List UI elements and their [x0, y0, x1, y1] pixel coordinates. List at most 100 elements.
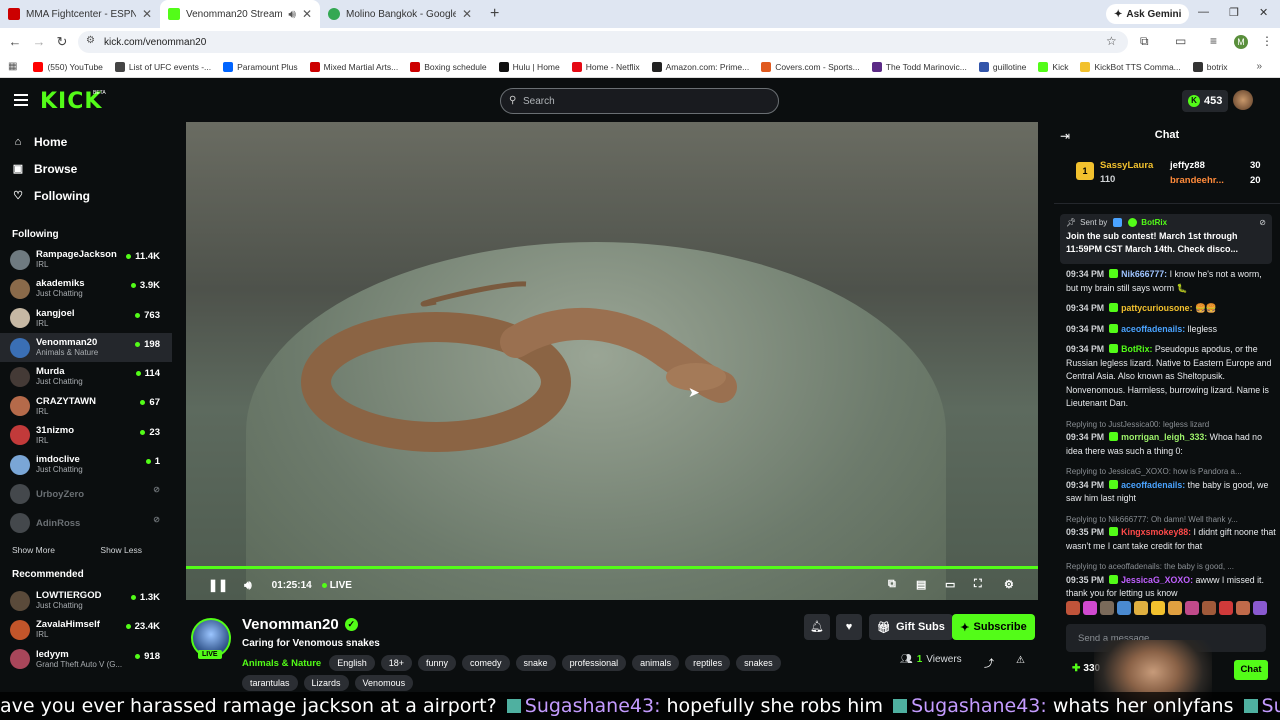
share-icon[interactable]: ⤴: [984, 655, 994, 670]
profile-avatar[interactable]: M: [1234, 35, 1248, 49]
notification-bell-button[interactable]: 🔔︎: [804, 614, 830, 640]
media-icon[interactable]: ≡: [1210, 34, 1217, 48]
reply-context[interactable]: Replying to JustJessica00: legless lizar…: [1066, 418, 1276, 432]
emote-icon[interactable]: [1236, 601, 1250, 615]
bookmark-item[interactable]: The Todd Marinovic...: [866, 61, 973, 72]
cast-icon[interactable]: ▭: [1175, 34, 1186, 48]
emote-icon[interactable]: [1134, 601, 1148, 615]
bookmark-star-icon[interactable]: ☆: [1106, 34, 1117, 48]
message-username[interactable]: Kingxsmokey88:: [1121, 527, 1191, 537]
emote-icon[interactable]: [1185, 601, 1199, 615]
bookmark-item[interactable]: Boxing schedule: [404, 61, 492, 72]
bookmark-item[interactable]: Paramount Plus: [217, 61, 303, 72]
tag-pill[interactable]: English: [329, 655, 375, 671]
settings-gear-icon[interactable]: ⚙: [1004, 578, 1014, 591]
sidebar-channel-urboyzero[interactable]: UrboyZero ⊘: [0, 479, 172, 508]
reply-context[interactable]: Replying to Nik666777: Oh damn! Well tha…: [1066, 513, 1276, 527]
tab-espn[interactable]: MMA Fightcenter - ESPN ✕: [0, 0, 160, 28]
sidebar-channel-crazytawn[interactable]: CRAZYTAWN IRL 67: [0, 391, 172, 420]
pause-icon[interactable]: ❚❚: [208, 578, 228, 592]
forward-icon[interactable]: →: [27, 34, 51, 49]
reply-context[interactable]: Replying to JessicaG_XOXO: how is Pandor…: [1066, 465, 1276, 479]
tag-pill[interactable]: funny: [418, 655, 457, 671]
tag-pill[interactable]: reptiles: [685, 655, 731, 671]
category-link[interactable]: Animals & Nature: [242, 658, 321, 669]
maximize-icon[interactable]: ❐: [1229, 6, 1239, 19]
message-username[interactable]: morrigan_leigh_333:: [1121, 432, 1207, 442]
tag-pill[interactable]: Venomous: [354, 675, 414, 691]
tag-pill[interactable]: Lizards: [303, 675, 349, 691]
sidebar-channel-lowtiergod[interactable]: LOWTIERGOD Just Chatting 1.3K: [0, 586, 172, 615]
message-username[interactable]: BotRix:: [1121, 344, 1152, 354]
user-avatar[interactable]: [1233, 90, 1253, 110]
site-info-icon[interactable]: ⚙: [86, 35, 95, 46]
bookmark-item[interactable]: Covers.com - Sports...: [755, 61, 866, 72]
clip-icon[interactable]: ▤: [916, 578, 926, 591]
emote-icon[interactable]: [1066, 601, 1080, 615]
search-input[interactable]: ⚲ Search: [500, 88, 779, 114]
emote-icon[interactable]: [1151, 601, 1165, 615]
bookmark-item[interactable]: Mixed Martial Arts...: [304, 61, 405, 72]
unpin-icon[interactable]: ⊘: [1259, 218, 1266, 227]
gifter-name[interactable]: brandeehr...: [1170, 175, 1224, 186]
sidebar-channel-murda[interactable]: Murda Just Chatting 114: [0, 362, 172, 391]
tag-pill[interactable]: snake: [515, 655, 556, 671]
reload-icon[interactable]: ↻: [50, 34, 74, 50]
close-tab-icon[interactable]: ✕: [302, 7, 312, 21]
sidebar-channel-rampagejackson[interactable]: RampageJackson IRL 11.4K: [0, 245, 172, 274]
emote-icon[interactable]: [1100, 601, 1114, 615]
show-more-button[interactable]: Show More: [12, 545, 55, 555]
tag-pill[interactable]: tarantulas: [242, 675, 298, 691]
streamer-name[interactable]: Venomman20: [242, 616, 339, 633]
message-username[interactable]: JessicaG_XOXO:: [1121, 575, 1193, 585]
message-username[interactable]: Nik666777:: [1121, 269, 1167, 279]
message-username[interactable]: aceoffadenails:: [1121, 324, 1185, 334]
bookmark-item[interactable]: Amazon.com: Prime...: [646, 61, 756, 72]
minimize-icon[interactable]: —: [1198, 6, 1209, 18]
gifter-name[interactable]: jeffyz88: [1170, 160, 1205, 171]
bookmark-item[interactable]: guillotine: [973, 61, 1033, 72]
volume-icon[interactable]: 🔊︎: [244, 578, 252, 593]
send-chat-button[interactable]: Chat: [1234, 660, 1268, 680]
show-less-button[interactable]: Show Less: [100, 545, 142, 555]
gift-subs-button[interactable]: 🎁︎ Gift Subs: [869, 614, 953, 640]
bookmark-item[interactable]: Kick: [1032, 61, 1074, 72]
tag-pill[interactable]: comedy: [462, 655, 510, 671]
close-window-icon[interactable]: ✕: [1259, 6, 1268, 19]
sidebar-nav-browse[interactable]: ▣ Browse: [0, 155, 172, 182]
top-gifter-name[interactable]: SassyLaura: [1100, 160, 1153, 171]
sidebar-channel-adinross[interactable]: AdinRoss ⊘: [0, 509, 172, 538]
bookmark-item[interactable]: botrix: [1187, 61, 1234, 72]
tag-pill[interactable]: 18+: [380, 655, 412, 671]
sidebar-channel-venomman20[interactable]: Venomman20 Animals & Nature 198: [0, 332, 172, 363]
tag-pill[interactable]: snakes: [736, 655, 781, 671]
bookmark-item[interactable]: Hulu | Home: [493, 61, 566, 72]
tab-google-maps[interactable]: Molino Bangkok - Google Map ✕: [320, 0, 480, 28]
mini-player-icon[interactable]: ⧉: [888, 578, 896, 591]
tab-kick[interactable]: Venomman20 Stream - Wa 🔊︎ ✕: [160, 0, 320, 28]
video-player[interactable]: ➤ ❚❚ 🔊︎ 01:25:14 LIVE ⧉ ▤ ▭ ⛶ ⚙: [186, 122, 1038, 600]
back-icon[interactable]: ←: [3, 34, 27, 49]
sidebar-nav-following[interactable]: ♡ Following: [0, 182, 172, 209]
kicks-balance[interactable]: K 453: [1182, 90, 1229, 112]
menu-kebab-icon[interactable]: ⋮: [1261, 34, 1273, 48]
sidebar-channel-31nizmo[interactable]: 31nizmo IRL 23: [0, 421, 172, 450]
emote-icon[interactable]: [1168, 601, 1182, 615]
url-field[interactable]: ⚙ kick.com/venomman20: [78, 31, 1128, 53]
more-bookmarks-icon[interactable]: »: [1256, 61, 1262, 72]
emote-icon[interactable]: [1202, 601, 1216, 615]
ask-gemini-button[interactable]: ✦ Ask Gemini: [1106, 4, 1190, 24]
emote-icon[interactable]: [1219, 601, 1233, 615]
sidebar-channel-ledyym[interactable]: ledyym Grand Theft Auto V (G... 918: [0, 645, 172, 674]
apps-grid-icon[interactable]: ▦: [8, 61, 17, 72]
new-tab-button[interactable]: +: [480, 0, 509, 28]
subscribe-button[interactable]: ✦ Subscribe: [952, 614, 1035, 640]
message-username[interactable]: aceoffadenails:: [1121, 480, 1185, 490]
tag-pill[interactable]: animals: [632, 655, 680, 671]
fullscreen-icon[interactable]: ⛶: [974, 578, 982, 591]
reply-context[interactable]: Replying to aceoffadenails: the baby is …: [1066, 560, 1276, 574]
emote-icon[interactable]: [1253, 601, 1267, 615]
sidebar-channel-imdoclive[interactable]: imdoclive Just Chatting 1: [0, 450, 172, 479]
sidebar-channel-kangjoel[interactable]: kangjoel IRL 763: [0, 304, 172, 333]
hamburger-menu-icon[interactable]: [14, 94, 28, 106]
